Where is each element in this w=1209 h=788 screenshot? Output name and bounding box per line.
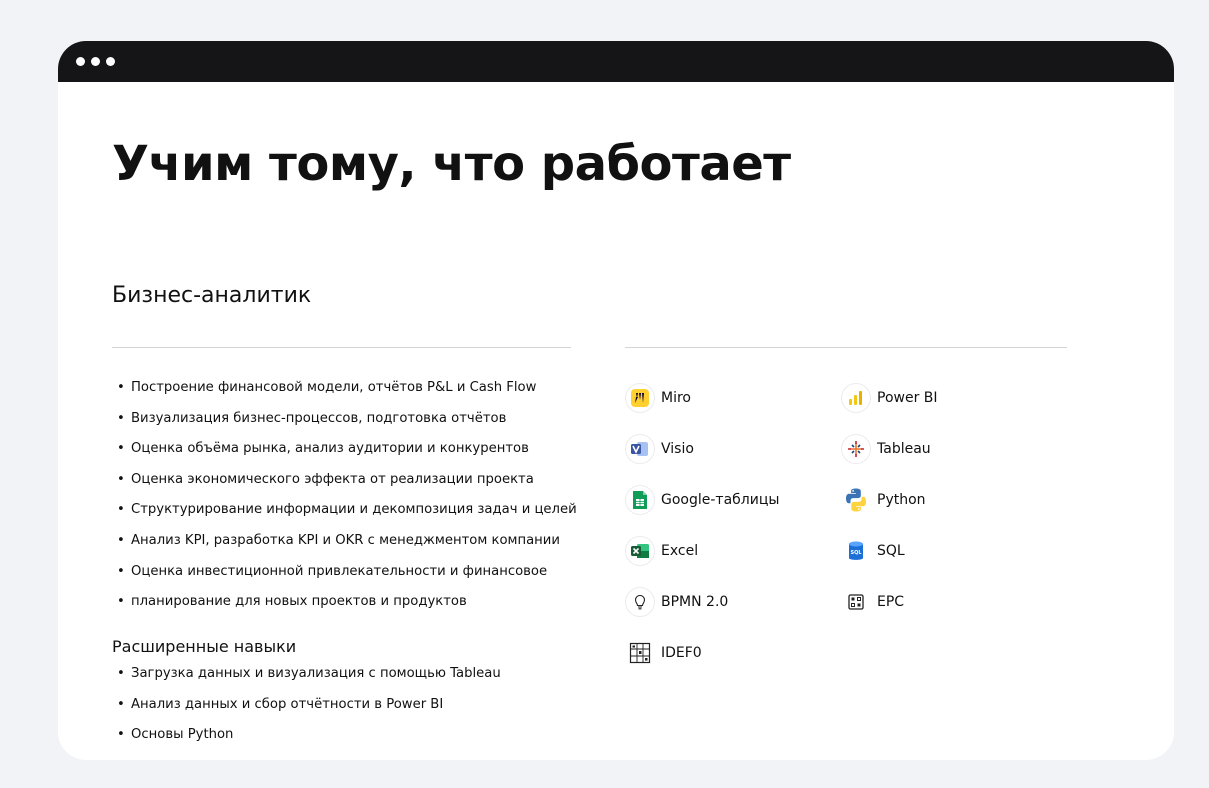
tool-label: Power BI [877, 389, 938, 406]
tool-tableau: Tableau [841, 433, 931, 465]
tool-excel: Excel [625, 535, 698, 567]
excel-icon [625, 536, 655, 566]
window-dot-2 [91, 57, 100, 66]
skill-text: Построение финансовой модели, отчётов P&… [131, 380, 537, 395]
tableau-icon [841, 434, 871, 464]
bullet: • [117, 471, 125, 487]
profession-title: Бизнес-аналитик [112, 283, 312, 308]
window-titlebar [58, 41, 1174, 82]
bullet: • [117, 502, 125, 518]
divider-right [625, 347, 1067, 348]
power-bi-icon [841, 383, 871, 413]
tool-sql: SQL SQL [841, 535, 905, 567]
tool-label: BPMN 2.0 [661, 593, 729, 610]
tool-label: Excel [661, 542, 699, 559]
bullet: • [117, 380, 125, 395]
tool-python: Python [841, 484, 926, 516]
divider-left [112, 347, 571, 348]
visio-icon [625, 434, 655, 464]
skill-item: • Анализ KPI, разработка KPI и OKR с мене… [117, 533, 587, 564]
svg-text:SQL: SQL [850, 550, 862, 556]
sql-icon: SQL [841, 536, 871, 566]
window-dot-3 [106, 57, 115, 66]
python-icon [841, 485, 871, 515]
tool-label: Miro [661, 389, 691, 406]
google-sheets-icon [625, 485, 655, 515]
tool-label: Python [877, 491, 926, 508]
tool-label: Google-таблицы [661, 491, 780, 508]
tool-label: SQL [877, 542, 905, 559]
skill-text: Структурирование информации и декомпозиц… [131, 502, 577, 518]
tool-label: EPC [877, 593, 905, 610]
tool-google-sheets: Google-таблицы [625, 484, 779, 516]
advanced-skill-text: Загрузка данных и визуализация с помощью… [131, 666, 501, 681]
skill-text: Оценка инвестиционной привлекательности … [131, 563, 548, 579]
advanced-skills-list: • Загрузка данных и визуализация с помощь… [117, 666, 587, 758]
bullet: • [117, 410, 125, 426]
advanced-skill-item: • Анализ данных и сбор отчётности в Power… [117, 697, 587, 728]
window-dot-1 [76, 57, 85, 66]
advanced-skill-text: Основы Python [131, 727, 234, 743]
epc-icon [841, 587, 871, 617]
advanced-skill-item: • Основы Python [117, 727, 587, 758]
bullet: • [117, 696, 125, 712]
tool-label: Tableau [877, 440, 931, 457]
bullet: • [117, 666, 125, 681]
advanced-skill-item: • Загрузка данных и визуализация с помощь… [117, 666, 587, 697]
skill-text: Оценка экономического эффекта от реализа… [131, 471, 534, 487]
tool-power-bi: Power BI [841, 382, 938, 414]
skill-item: • планирование для новых проектов и проду… [117, 594, 587, 625]
tool-bpmn: BPMN 2.0 [625, 586, 728, 618]
skill-item: • Оценка экономического эффекта от реализ… [117, 472, 587, 503]
tool-idef0: IDEF0 [625, 637, 702, 669]
skill-text: планирование для новых проектов и продук… [131, 594, 467, 610]
skill-item: • Структурирование информации и декомпози… [117, 502, 587, 533]
tool-epc: EPC [841, 586, 904, 618]
bullet: • [117, 532, 125, 548]
skill-text: Анализ KPI, разработка KPI и OKR с менед… [131, 532, 560, 548]
browser-window: Учим тому, что работает Бизнес-аналитик … [58, 41, 1174, 760]
skill-item: • Оценка объёма рынка, анализ аудитории и… [117, 441, 587, 472]
advanced-skill-text: Анализ данных и сбор отчётности в Power … [131, 696, 444, 712]
tool-label: Visio [661, 440, 694, 457]
bullet: • [117, 441, 125, 457]
advanced-skills-title: Расширенные навыки [112, 637, 297, 656]
page-title: Учим тому, что работает [112, 136, 791, 192]
bpmn-icon [625, 587, 655, 617]
miro-icon [625, 383, 655, 413]
skill-text: Оценка объёма рынка, анализ аудитории и … [131, 441, 529, 457]
tool-label: IDEF0 [661, 644, 702, 661]
skill-text: Визуализация бизнес-процессов, подготовк… [131, 410, 507, 426]
bullet: • [117, 563, 125, 579]
bullet: • [117, 594, 125, 610]
idef0-icon [625, 638, 655, 668]
tool-visio: Visio [625, 433, 694, 465]
skill-item: • Оценка инвестиционной привлекательности… [117, 564, 587, 595]
skills-list: • Построение финансовой модели, отчётов P… [117, 380, 587, 625]
bullet: • [117, 727, 125, 743]
tool-miro: Miro [625, 382, 691, 414]
skill-item: • Визуализация бизнес-процессов, подготов… [117, 411, 587, 442]
skill-item: • Построение финансовой модели, отчётов P… [117, 380, 587, 411]
